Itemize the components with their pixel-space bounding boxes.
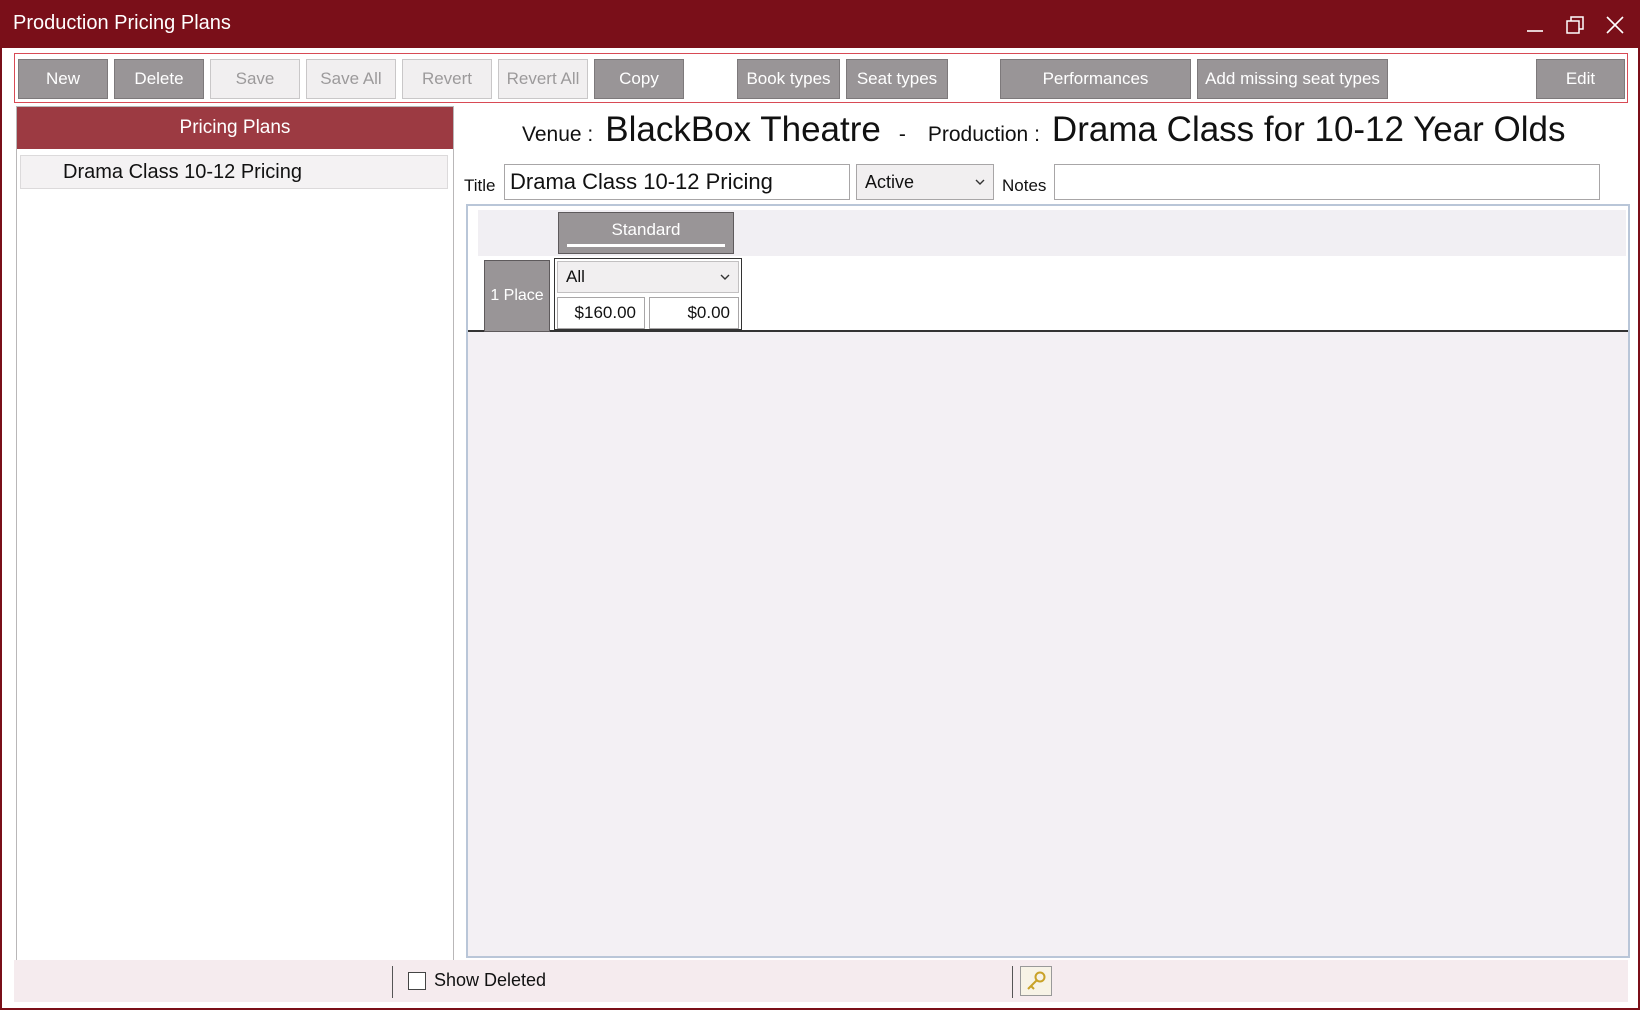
new-button[interactable]: New [18,59,108,99]
book-type-value: All [566,267,585,286]
pricing-plans-panel: Pricing Plans Drama Class 10-12 Pricing [16,106,454,968]
close-icon[interactable] [1600,10,1630,40]
add-missing-seat-types-button[interactable]: Add missing seat types [1197,59,1388,99]
key-icon [1027,971,1046,990]
price-cell: All $160.00 $0.00 [554,258,742,330]
save-button[interactable]: Save [210,59,300,99]
seat-type-column-header[interactable]: Standard [558,212,734,254]
status-separator [1012,966,1013,998]
place-row-header[interactable]: 1 Place [484,260,550,332]
app-window: Production Pricing Plans New Delete Save… [0,0,1640,1010]
book-types-button[interactable]: Book types [737,59,840,99]
show-deleted-checkbox[interactable] [408,972,426,990]
revert-button[interactable]: Revert [402,59,492,99]
status-value: Active [865,172,915,192]
performances-button[interactable]: Performances [1000,59,1191,99]
book-type-select[interactable]: All [557,261,739,293]
status-bar: Show Deleted [14,960,1628,1002]
title-input[interactable]: Drama Class 10-12 Pricing [504,164,850,200]
venue-name: BlackBox Theatre [605,110,881,149]
pricing-grid-rows: Standard 1 Place All $160.00 $0.00 [468,206,1628,332]
maximize-icon[interactable] [1560,10,1590,40]
window-title: Production Pricing Plans [13,12,231,34]
minimize-icon[interactable] [1520,10,1550,40]
list-item[interactable]: Drama Class 10-12 Pricing [20,155,448,189]
key-button[interactable] [1020,966,1052,996]
status-separator [392,966,393,998]
notes-input[interactable] [1054,164,1600,200]
seat-types-button[interactable]: Seat types [846,59,948,99]
fee-input[interactable]: $0.00 [649,297,739,329]
title-bar[interactable]: Production Pricing Plans [0,0,1640,48]
title-label: Title [464,176,496,195]
venue-label: Venue : [522,123,594,146]
edit-button[interactable]: Edit [1536,59,1625,99]
pricing-plans-header: Pricing Plans [17,107,453,149]
chevron-down-icon [975,179,985,185]
column-header-label: Standard [611,220,681,239]
separator: - [898,123,906,146]
price-input[interactable]: $160.00 [557,297,645,329]
notes-label: Notes [1002,176,1047,195]
toolbar: New Delete Save Save All Revert Revert A… [14,53,1628,103]
plan-fields: Title Drama Class 10-12 Pricing Active N… [464,164,1630,204]
revert-all-button[interactable]: Revert All [498,59,588,99]
pricing-grid: Standard 1 Place All $160.00 $0.00 [466,204,1630,958]
venue-production-row: Venue : BlackBox Theatre - Production : … [522,110,1622,160]
chevron-down-icon [720,274,730,280]
show-deleted-label: Show Deleted [434,970,547,990]
save-all-button[interactable]: Save All [306,59,396,99]
column-header-underline [567,244,725,247]
copy-button[interactable]: Copy [594,59,684,99]
delete-button[interactable]: Delete [114,59,204,99]
production-label: Production : [927,123,1040,146]
client-area: New Delete Save Save All Revert Revert A… [2,48,1638,1008]
status-select[interactable]: Active [856,164,994,200]
production-name: Drama Class for 10-12 Year Olds [1051,110,1566,149]
